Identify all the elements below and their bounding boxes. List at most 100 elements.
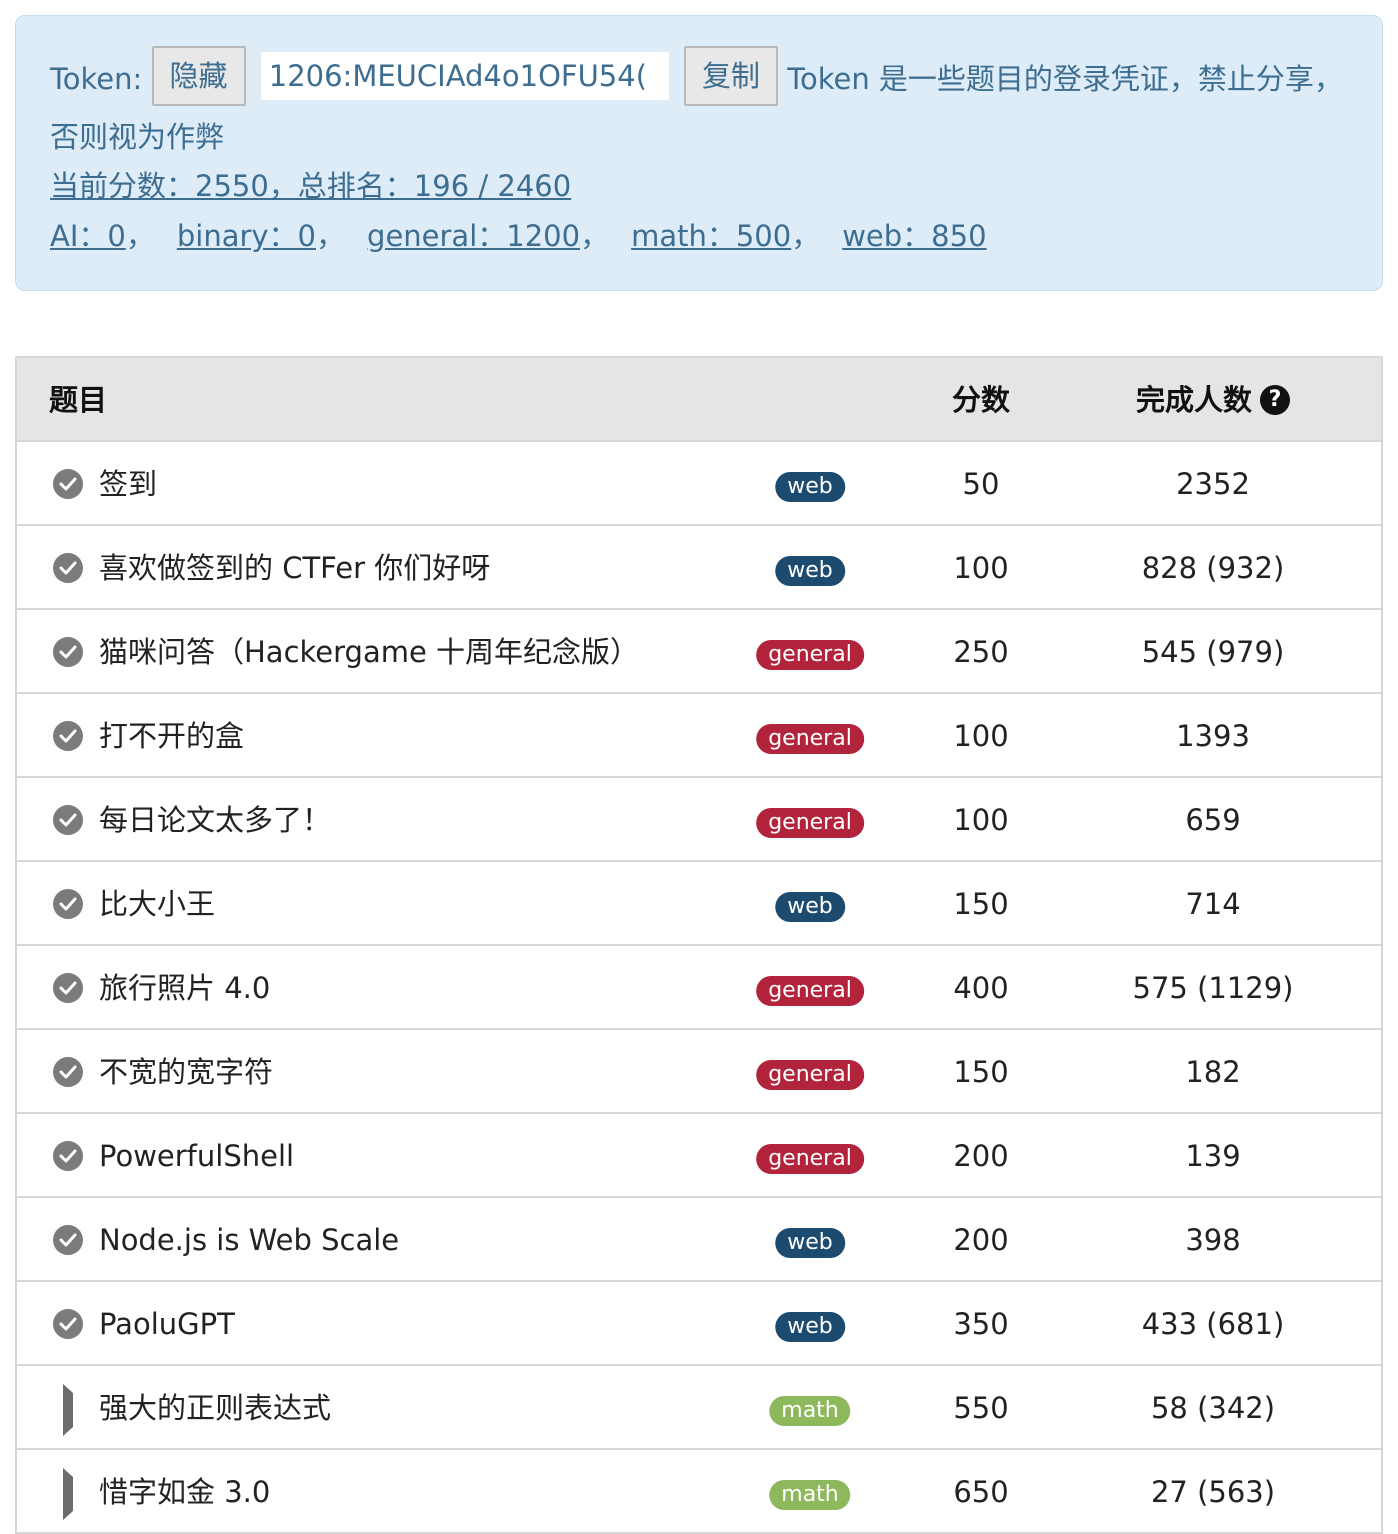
check-circle-icon bbox=[53, 1309, 83, 1339]
challenge-score: 100 bbox=[953, 803, 1009, 837]
solved-count: 1393 bbox=[1176, 719, 1250, 753]
solved-count: 659 bbox=[1185, 803, 1241, 837]
challenge-title[interactable]: 强大的正则表达式 bbox=[99, 1366, 331, 1450]
challenge-score: 100 bbox=[953, 719, 1009, 753]
category-score-link[interactable]: web：850 bbox=[842, 219, 986, 253]
copy-token-button[interactable]: 复制 bbox=[683, 46, 778, 106]
category-tag: web bbox=[775, 1228, 845, 1258]
check-circle-icon bbox=[53, 1225, 83, 1255]
challenge-title[interactable]: 惜字如金 3.0 bbox=[99, 1450, 270, 1534]
category-tag: general bbox=[756, 976, 864, 1006]
challenge-title[interactable]: 不宽的宽字符 bbox=[99, 1030, 273, 1114]
check-circle-icon bbox=[53, 721, 83, 751]
challenge-score: 350 bbox=[953, 1307, 1009, 1341]
solved-count: 2352 bbox=[1176, 467, 1250, 501]
challenge-score: 550 bbox=[953, 1391, 1009, 1425]
solved-count: 575 (1129) bbox=[1132, 971, 1294, 1005]
challenge-title[interactable]: 打不开的盒 bbox=[99, 694, 244, 778]
solved-count: 139 bbox=[1185, 1139, 1241, 1173]
challenge-score: 100 bbox=[953, 551, 1009, 585]
challenge-score: 50 bbox=[962, 467, 1000, 501]
token-info-panel: Token: 隐藏 复制 Token 是一些题目的登录凭证，禁止分享，否则视为作… bbox=[15, 15, 1383, 291]
table-row[interactable]: 猫咪问答（Hackergame 十周年纪念版） general 250 545 (97… bbox=[17, 610, 1381, 694]
caret-right-icon bbox=[53, 1468, 83, 1520]
category-score-link[interactable]: AI：0 bbox=[50, 219, 126, 253]
category-separator: ， bbox=[316, 219, 346, 253]
solved-count: 398 bbox=[1185, 1223, 1241, 1257]
category-score-link[interactable]: math：500 bbox=[631, 219, 791, 253]
check-circle-icon bbox=[53, 637, 83, 667]
token-input[interactable] bbox=[260, 52, 669, 100]
table-row[interactable]: 惜字如金 3.0 math 650 27 (563) bbox=[17, 1450, 1381, 1534]
table-row[interactable]: 签到 web 50 2352 bbox=[17, 442, 1381, 526]
solved-count: 182 bbox=[1185, 1055, 1241, 1089]
header-solved-label: 完成人数 bbox=[1135, 383, 1253, 417]
solved-count: 714 bbox=[1185, 887, 1241, 921]
challenge-title[interactable]: 签到 bbox=[99, 442, 157, 526]
challenge-title[interactable]: 旅行照片 4.0 bbox=[99, 946, 270, 1030]
challenge-score: 200 bbox=[953, 1223, 1009, 1257]
solved-count: 433 (681) bbox=[1141, 1307, 1285, 1341]
question-circle-icon[interactable]: ? bbox=[1260, 385, 1291, 415]
table-body: 签到 web 50 2352 喜欢做签到的 CTFer 你们好呀 web 100 828 (9… bbox=[17, 442, 1381, 1534]
challenge-title[interactable]: 比大小王 bbox=[99, 862, 215, 946]
challenge-score: 400 bbox=[953, 971, 1009, 1005]
solved-count: 545 (979) bbox=[1141, 635, 1285, 669]
check-circle-icon bbox=[53, 1141, 83, 1171]
category-score-link[interactable]: general：1200 bbox=[367, 219, 580, 253]
solved-count: 828 (932) bbox=[1141, 551, 1285, 585]
challenge-score: 150 bbox=[953, 1055, 1009, 1089]
table-row[interactable]: Node.js is Web Scale web 200 398 bbox=[17, 1198, 1381, 1282]
challenge-title[interactable]: Node.js is Web Scale bbox=[99, 1198, 399, 1282]
category-tag: web bbox=[775, 1312, 845, 1342]
check-circle-icon bbox=[53, 1057, 83, 1087]
challenge-title[interactable]: 喜欢做签到的 CTFer 你们好呀 bbox=[99, 526, 490, 610]
table-row[interactable]: 强大的正则表达式 math 550 58 (342) bbox=[17, 1366, 1381, 1450]
score-rank-link[interactable]: 当前分数：2550，总排名：196 / 2460 bbox=[50, 169, 571, 203]
category-scores: AI：0， binary：0， general：1200， math：500， web：… bbox=[50, 211, 1348, 261]
table-row[interactable]: 不宽的宽字符 general 150 182 bbox=[17, 1030, 1381, 1114]
category-tag: web bbox=[775, 472, 845, 502]
category-tag: web bbox=[775, 556, 845, 586]
hide-token-button[interactable]: 隐藏 bbox=[151, 46, 246, 106]
challenge-title[interactable]: 每日论文太多了！ bbox=[99, 778, 331, 862]
token-label: Token: bbox=[50, 62, 143, 96]
challenge-table: 题目 分数 完成人数? 签到 web 50 2352 喜欢做签到的 CTFer 你们好呀… bbox=[15, 356, 1383, 1534]
solved-count: 58 (342) bbox=[1150, 1391, 1276, 1425]
category-tag: math bbox=[769, 1480, 851, 1510]
table-row[interactable]: 打不开的盒 general 100 1393 bbox=[17, 694, 1381, 778]
header-solved: 完成人数? bbox=[1135, 358, 1291, 442]
table-row[interactable]: PowerfulShell general 200 139 bbox=[17, 1114, 1381, 1198]
check-circle-icon bbox=[53, 889, 83, 919]
token-line: Token: 隐藏 复制 Token 是一些题目的登录凭证，禁止分享，否则视为作… bbox=[50, 46, 1348, 161]
category-separator: ， bbox=[791, 219, 821, 253]
challenge-title[interactable]: PaoluGPT bbox=[99, 1282, 235, 1366]
check-circle-icon bbox=[53, 469, 83, 499]
check-circle-icon bbox=[53, 805, 83, 835]
category-tag: general bbox=[756, 640, 864, 670]
caret-right-icon bbox=[53, 1384, 83, 1436]
check-circle-icon bbox=[53, 973, 83, 1003]
category-tag: general bbox=[756, 1060, 864, 1090]
table-row[interactable]: 喜欢做签到的 CTFer 你们好呀 web 100 828 (932) bbox=[17, 526, 1381, 610]
category-separator: ， bbox=[580, 219, 610, 253]
challenge-score: 200 bbox=[953, 1139, 1009, 1173]
category-tag: general bbox=[756, 724, 864, 754]
challenge-score: 150 bbox=[953, 887, 1009, 921]
check-circle-icon bbox=[53, 553, 83, 583]
challenge-title[interactable]: 猫咪问答（Hackergame 十周年纪念版） bbox=[99, 610, 639, 694]
solved-count: 27 (563) bbox=[1150, 1475, 1276, 1509]
category-tag: web bbox=[775, 892, 845, 922]
table-row[interactable]: 比大小王 web 150 714 bbox=[17, 862, 1381, 946]
table-row[interactable]: 旅行照片 4.0 general 400 575 (1129) bbox=[17, 946, 1381, 1030]
category-tag: general bbox=[756, 1144, 864, 1174]
category-tag: general bbox=[756, 808, 864, 838]
header-title: 题目 bbox=[49, 383, 108, 417]
header-score: 分数 bbox=[951, 383, 1011, 417]
table-row[interactable]: PaoluGPT web 350 433 (681) bbox=[17, 1282, 1381, 1366]
table-row[interactable]: 每日论文太多了！ general 100 659 bbox=[17, 778, 1381, 862]
table-header: 题目 分数 完成人数? bbox=[17, 358, 1381, 442]
category-score-link[interactable]: binary：0 bbox=[177, 219, 316, 253]
category-separator: ， bbox=[125, 219, 155, 253]
challenge-title[interactable]: PowerfulShell bbox=[99, 1114, 294, 1198]
